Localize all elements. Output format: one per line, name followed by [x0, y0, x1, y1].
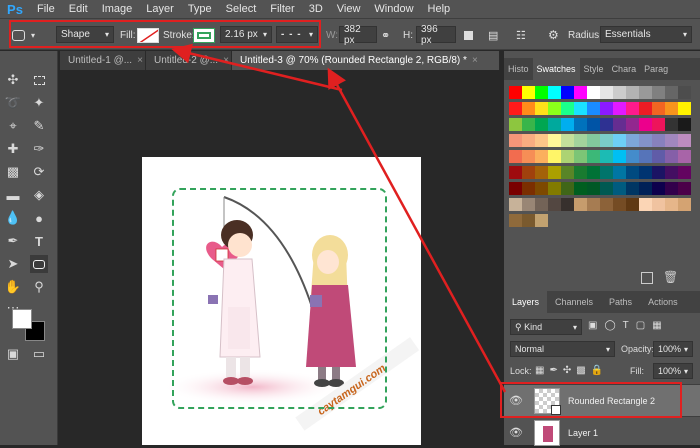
foreground-color-swatch-front[interactable]: [12, 309, 32, 329]
annotation-arrows: [171, 43, 507, 393]
